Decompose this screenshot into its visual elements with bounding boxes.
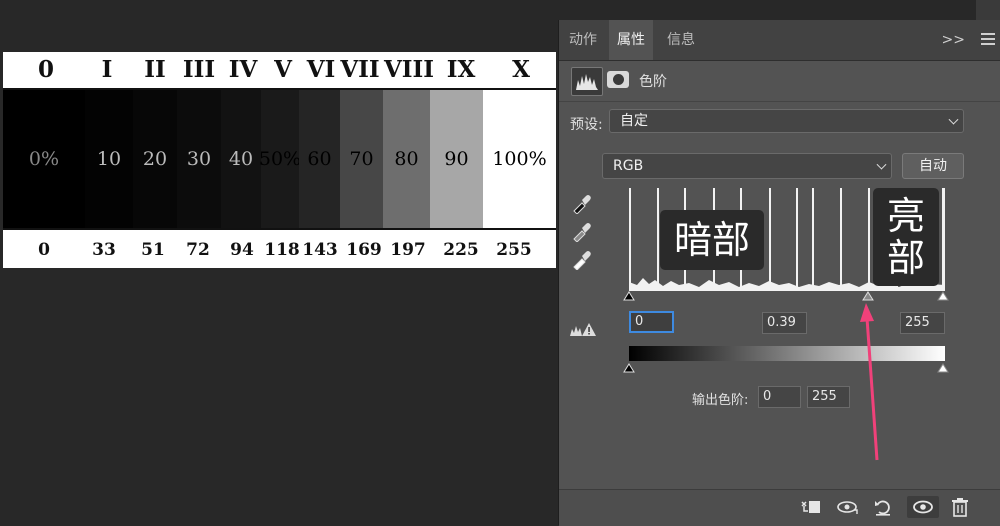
properties-panel: 动作 属性 信息 >> 色阶 预设: 自定 RGB 自动 暗部 亮部 0 0.3…	[558, 20, 1000, 526]
highlights-annotation: 亮部	[873, 188, 939, 286]
visibility-eye-icon[interactable]	[907, 496, 939, 518]
input-gamma-field[interactable]: 0.39	[762, 312, 807, 334]
zone-value: 94	[230, 240, 254, 260]
zone-label: II	[144, 56, 166, 83]
output-white-field[interactable]: 255	[807, 386, 850, 408]
band-label: 40	[228, 148, 254, 170]
levels-histogram: 暗部 亮部	[629, 188, 945, 291]
channel-select[interactable]: RGB	[602, 153, 892, 179]
output-black-field[interactable]: 0	[758, 386, 801, 408]
band-label: 20	[142, 148, 168, 170]
zone-value: 0	[38, 240, 50, 260]
band-label: 80	[394, 148, 419, 170]
band-label: 60	[307, 148, 332, 170]
zone-value: 51	[141, 240, 165, 260]
band-label: 0%	[28, 148, 60, 170]
band-label: 90	[444, 148, 469, 170]
gray-band: 90	[430, 90, 483, 228]
input-black-slider[interactable]	[623, 291, 635, 301]
gray-band: 100%	[483, 90, 556, 228]
preset-select[interactable]: 自定	[609, 109, 964, 133]
gray-point-eyedropper-icon[interactable]	[571, 220, 591, 243]
panel-footer	[559, 489, 1000, 526]
zone-label: 0	[37, 56, 55, 83]
band-label: 30	[186, 148, 212, 170]
channel-value: RGB	[613, 158, 644, 174]
gray-bands: 0% 10 20 30 40 50% 60 70 80 90 100%	[3, 88, 556, 230]
gray-band: 0%	[3, 90, 85, 228]
zone-value: 169	[346, 240, 382, 260]
zone-label: V	[274, 56, 292, 83]
zone-system-chart: 0 I II III IV V VI VII VIII IX X 0% 10 2…	[3, 52, 556, 268]
panel-tab-bar: 动作 属性 信息 >>	[559, 20, 1000, 61]
preset-label: 预设:	[570, 117, 603, 133]
output-white-slider[interactable]	[937, 363, 949, 373]
gray-band: 20	[133, 90, 177, 228]
tab-properties[interactable]: 属性	[609, 20, 653, 60]
tab-info[interactable]: 信息	[659, 20, 703, 60]
zone-value: 143	[302, 240, 338, 260]
view-previous-state-icon[interactable]	[835, 496, 859, 518]
black-point-eyedropper-icon[interactable]	[571, 192, 591, 215]
band-label: 50%	[258, 148, 302, 170]
zone-value: 197	[390, 240, 426, 260]
zone-label: VI	[306, 56, 336, 83]
chevron-down-icon	[876, 159, 887, 170]
clip-to-layer-icon[interactable]	[799, 496, 823, 518]
gray-band: 80	[383, 90, 430, 228]
zone-value: 33	[92, 240, 116, 260]
output-levels-label: 输出色阶:	[692, 393, 749, 408]
reset-icon[interactable]	[871, 496, 895, 518]
document-canvas: 0 I II III IV V VI VII VIII IX X 0% 10 2…	[0, 0, 558, 525]
gray-band: 60	[299, 90, 340, 228]
band-label: 100%	[492, 148, 547, 170]
zone-value: 118	[264, 240, 300, 260]
band-label: 10	[96, 148, 122, 170]
zone-label: I	[101, 56, 113, 83]
zone-value: 72	[186, 240, 210, 260]
clipping-warning-icon[interactable]	[569, 320, 597, 338]
levels-adjustment-icon[interactable]	[571, 67, 603, 96]
layer-mask-icon[interactable]	[607, 71, 629, 88]
zone-label: III	[182, 56, 216, 83]
delete-trash-icon[interactable]	[948, 496, 972, 518]
roman-numeral-row: 0 I II III IV V VI VII VIII IX X	[3, 52, 556, 88]
chevron-down-icon	[948, 114, 959, 125]
shadows-annotation: 暗部	[660, 210, 764, 270]
gray-band: 70	[340, 90, 383, 228]
zone-label: X	[512, 56, 530, 83]
zone-value: 225	[443, 240, 479, 260]
output-black-slider[interactable]	[623, 363, 635, 373]
gray-band: 10	[85, 90, 133, 228]
zone-label: VIII	[383, 56, 435, 83]
zone-value: 255	[496, 240, 532, 260]
tab-actions[interactable]: 动作	[561, 20, 605, 60]
input-gamma-slider[interactable]	[862, 291, 874, 301]
white-point-eyedropper-icon[interactable]	[571, 248, 591, 271]
input-black-field[interactable]: 0	[629, 311, 674, 333]
window-edge	[976, 0, 1000, 20]
gray-band: 30	[177, 90, 221, 228]
input-white-field[interactable]: 255	[900, 312, 945, 334]
band-label: 70	[349, 148, 374, 170]
preset-value: 自定	[620, 113, 648, 129]
zone-label: IV	[228, 56, 258, 83]
gray-band: 50%	[258, 90, 302, 228]
input-white-slider[interactable]	[937, 291, 949, 301]
value-row: 0 33 51 72 94 118 143 169 197 225 255	[3, 232, 556, 268]
adjustment-title: 色阶	[639, 74, 667, 90]
zone-label: IX	[446, 56, 476, 83]
auto-button[interactable]: 自动	[902, 153, 964, 179]
collapse-panel-button[interactable]: >>	[942, 20, 965, 60]
output-gradient	[629, 346, 945, 361]
adjustment-header: 色阶	[559, 61, 1000, 102]
gray-band: 40	[221, 90, 261, 228]
panel-menu-icon[interactable]	[981, 33, 995, 46]
zone-label: VII	[340, 56, 380, 83]
